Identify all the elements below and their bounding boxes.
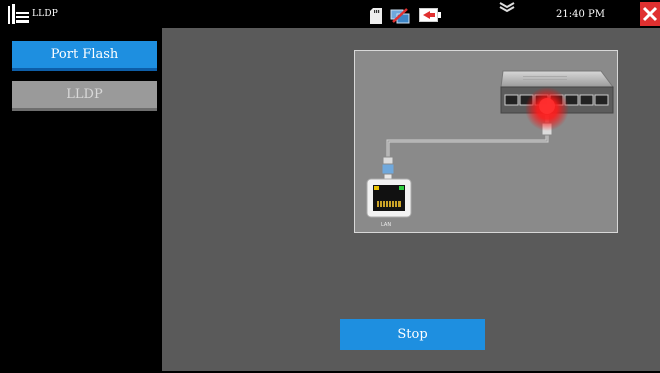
main-panel: LAN Stop <box>162 28 660 371</box>
stop-button[interactable]: Stop <box>340 319 485 350</box>
sd-card-icon <box>370 8 382 24</box>
close-button[interactable] <box>640 2 660 26</box>
port-flash-button[interactable]: Port Flash <box>12 41 157 71</box>
stop-label: Stop <box>397 327 428 342</box>
close-icon[interactable] <box>640 2 660 26</box>
diagram-canvas <box>366 70 614 218</box>
signal-icon <box>499 2 515 13</box>
lldp-label: LLDP <box>66 87 103 102</box>
lldp-button[interactable]: LLDP <box>12 81 157 111</box>
clock: 21:40 PM <box>556 9 605 20</box>
app-title: LLDP <box>32 9 59 19</box>
battery-low-icon <box>419 8 441 22</box>
network-cable <box>381 115 553 181</box>
network-disconnected-icon <box>390 8 410 24</box>
lan-port <box>366 178 412 218</box>
port-flash-diagram: LAN <box>354 50 618 233</box>
top-bar: LLDP 21:40 PM <box>0 0 660 28</box>
sidebar: Port Flash LLDP <box>7 28 162 371</box>
left-edge <box>0 0 7 373</box>
app-icon[interactable] <box>7 4 31 26</box>
port-flash-label: Port Flash <box>50 47 119 62</box>
lan-label: LAN <box>381 222 392 228</box>
